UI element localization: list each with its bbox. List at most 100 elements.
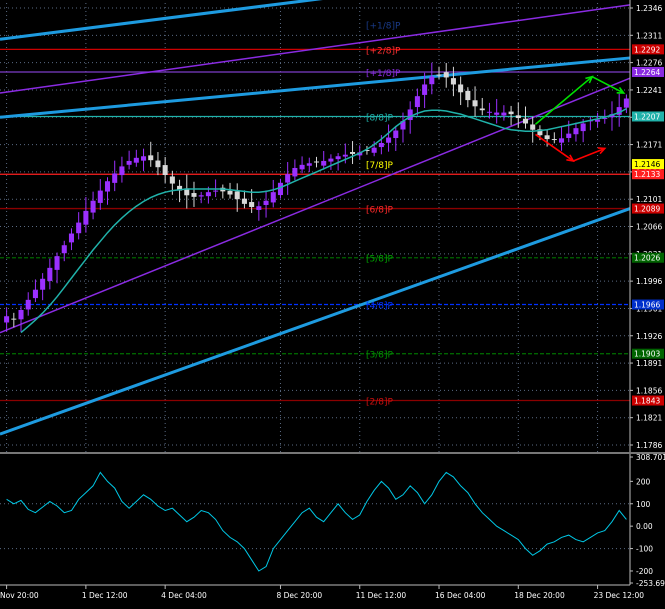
candle-body <box>234 191 240 200</box>
candle-body <box>393 130 399 139</box>
candle-body <box>97 190 103 203</box>
candle-body <box>386 137 392 143</box>
cci-tick-label: -200 <box>636 567 653 576</box>
candle-body <box>148 155 154 161</box>
murrey-level-label: [7/8]P <box>366 161 394 171</box>
chart-background <box>0 0 665 605</box>
price-box-label: 1.2146 <box>634 160 660 169</box>
murrey-level-label: [+1/8]P <box>366 69 401 79</box>
candle-body <box>306 163 312 166</box>
time-tick-label: 4 Dec 04:00 <box>161 591 207 600</box>
candle-body <box>429 76 435 85</box>
candle-body <box>342 154 348 157</box>
candle-body <box>104 181 111 192</box>
candle-body <box>198 195 204 197</box>
time-tick-label: 11 Dec 12:00 <box>356 591 407 600</box>
time-tick-label: Nov 20:00 <box>0 591 39 600</box>
candle-body <box>566 133 572 138</box>
chart-canvas: [+1/8]P [+2/8]P [+1/8]P [8/8]P [7/8]P [6/8]P [… <box>0 0 665 605</box>
cci-tick-label: 200 <box>636 477 651 486</box>
price-tick-label: 1.1891 <box>636 359 662 368</box>
candle-body <box>551 139 557 141</box>
candle-body <box>119 166 125 176</box>
cci-tick-label: 100 <box>636 500 651 509</box>
candle-body <box>335 156 341 160</box>
candle-body <box>458 84 464 93</box>
price-box-label: 1.2264 <box>634 68 660 77</box>
candle-body <box>522 118 529 124</box>
murrey-level-label: [+1/8]P <box>366 21 401 31</box>
candle-body <box>61 245 67 254</box>
murrey-level-label: [6/8]P <box>366 206 394 216</box>
price-tick-label: 1.1996 <box>636 277 662 286</box>
candle-body <box>544 135 550 140</box>
candle-body <box>573 128 579 135</box>
murrey-level-label: [2/8]P <box>366 398 394 408</box>
candle-body <box>133 157 139 163</box>
price-tick-label: 1.1821 <box>636 414 662 423</box>
candle-body <box>450 78 456 85</box>
price-box-label: 1.2207 <box>634 112 660 121</box>
candle-body <box>191 193 197 197</box>
price-tick-label: 1.2241 <box>636 86 662 95</box>
price-box-label: 1.1966 <box>634 301 660 310</box>
candle-body <box>436 74 442 76</box>
candle-body <box>559 138 565 143</box>
candle-body <box>414 96 420 108</box>
candle-body <box>472 100 478 107</box>
candle-body <box>54 256 60 270</box>
candle-body <box>249 202 255 207</box>
candle-body <box>277 182 283 196</box>
candle-body <box>241 198 247 204</box>
candle-body <box>141 156 147 161</box>
candle-body <box>530 124 536 130</box>
candle-body <box>508 111 514 115</box>
candle-body <box>76 222 82 234</box>
murrey-level-label: [+2/8]P <box>366 46 401 56</box>
cci-tick-label: -253.695 <box>636 579 665 588</box>
price-tick-label: 1.2311 <box>636 31 662 40</box>
time-tick-label: 16 Dec 04:00 <box>435 591 486 600</box>
price-box-label: 1.2292 <box>634 45 660 54</box>
price-box-label: 1.2089 <box>634 205 660 214</box>
candle-body <box>83 210 89 225</box>
price-box-label: 1.1903 <box>634 350 660 359</box>
candle-body <box>378 143 384 148</box>
candle-body <box>328 158 334 162</box>
time-tick-label: 8 Dec 20:00 <box>276 591 322 600</box>
candle-body <box>213 190 219 192</box>
candle-body <box>227 190 233 195</box>
candle-body <box>443 72 449 78</box>
candle-body <box>263 200 269 205</box>
candle-body <box>623 98 629 108</box>
price-tick-label: 1.1786 <box>636 441 662 450</box>
candle-body <box>580 123 586 132</box>
price-tick-label: 1.2066 <box>636 223 662 232</box>
price-tick-label: 1.2346 <box>636 4 662 13</box>
time-tick-label: 23 Dec 12:00 <box>594 591 645 600</box>
candle-body <box>494 112 500 115</box>
forex-chart: [+1/8]P [+2/8]P [+1/8]P [8/8]P [7/8]P [6/8]P [… <box>0 0 665 605</box>
candle-body <box>486 111 492 113</box>
candle-body <box>515 115 521 119</box>
candle-body <box>299 164 305 170</box>
murrey-level-label: [4/8]P <box>366 302 394 312</box>
candle-body <box>126 160 132 165</box>
candle-body <box>313 161 320 163</box>
murrey-level-label: [5/8]P <box>366 255 394 265</box>
price-tick-label: 1.1856 <box>636 386 662 395</box>
murrey-level-label: [3/8]P <box>366 351 394 361</box>
candle-body <box>4 316 10 323</box>
price-tick-label: 1.2171 <box>636 141 662 150</box>
price-box-label: 1.2026 <box>634 254 660 263</box>
murrey-level-label: [8/8]P <box>366 113 394 123</box>
candle-body <box>270 192 276 203</box>
candle-body <box>155 160 161 168</box>
candle-body <box>285 174 291 183</box>
candle-body <box>112 173 118 183</box>
time-tick-label: 18 Dec 20:00 <box>514 591 565 600</box>
cci-tick-label: 308.7018 <box>636 453 665 462</box>
price-box-label: 1.2133 <box>634 170 660 179</box>
time-tick-label: 1 Dec 12:00 <box>82 591 128 600</box>
candle-body <box>350 152 356 154</box>
